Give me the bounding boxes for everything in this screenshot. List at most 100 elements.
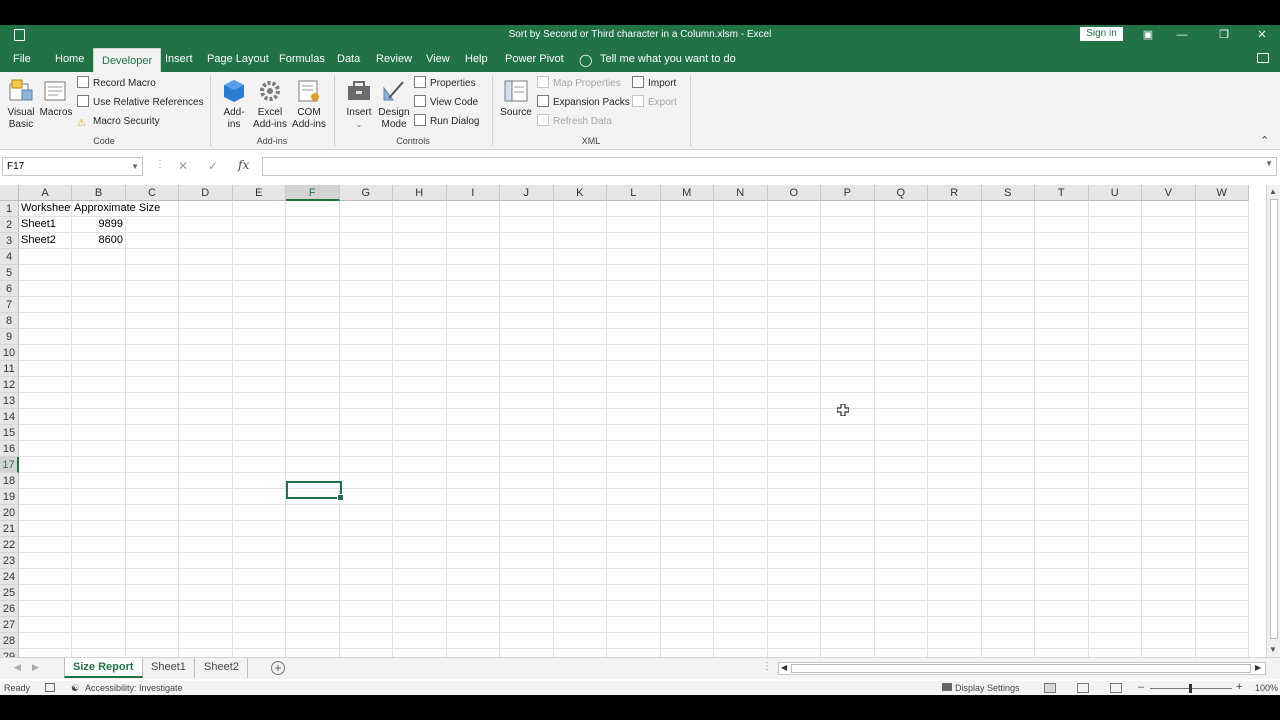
cell-q13[interactable] xyxy=(874,393,928,409)
row-header-23[interactable]: 23 xyxy=(0,553,19,569)
cell-n16[interactable] xyxy=(714,441,768,457)
cell-j15[interactable] xyxy=(500,425,554,441)
cell-o16[interactable] xyxy=(767,441,821,457)
cell-b12[interactable] xyxy=(72,377,126,393)
cell-c28[interactable] xyxy=(126,633,179,649)
view-code-button[interactable]: View Code xyxy=(414,94,478,111)
zoom-slider-thumb[interactable] xyxy=(1189,684,1192,693)
macro-recording-icon[interactable] xyxy=(45,683,55,692)
cell-u29[interactable] xyxy=(1089,649,1142,657)
cell-s10[interactable] xyxy=(981,345,1035,361)
cell-u8[interactable] xyxy=(1088,313,1142,329)
cell-s18[interactable] xyxy=(981,473,1035,489)
cell-i24[interactable] xyxy=(446,569,500,585)
zoom-level[interactable]: 100% xyxy=(1255,683,1278,693)
cell-m16[interactable] xyxy=(660,441,714,457)
cell-t25[interactable] xyxy=(1035,585,1089,601)
cell-c14[interactable] xyxy=(126,409,179,425)
cell-q26[interactable] xyxy=(874,601,928,617)
cell-q15[interactable] xyxy=(874,425,928,441)
cell-b2[interactable]: 9899 xyxy=(72,217,126,233)
cell-p23[interactable] xyxy=(821,553,875,569)
excel-add-ins-button[interactable]: Excel Add-ins xyxy=(251,78,289,131)
cell-b18[interactable] xyxy=(72,473,126,489)
cell-n27[interactable] xyxy=(714,617,768,633)
cell-k24[interactable] xyxy=(553,569,607,585)
cell-i21[interactable] xyxy=(446,521,500,537)
cell-s19[interactable] xyxy=(981,489,1035,505)
cell-b19[interactable] xyxy=(72,489,126,505)
cell-q11[interactable] xyxy=(874,361,928,377)
cell-g2[interactable] xyxy=(339,217,393,233)
cell-r6[interactable] xyxy=(928,281,982,297)
cell-i7[interactable] xyxy=(446,297,500,313)
cell-i8[interactable] xyxy=(446,313,500,329)
cell-r19[interactable] xyxy=(928,489,982,505)
row-header-9[interactable]: 9 xyxy=(0,329,19,345)
cell-o10[interactable] xyxy=(767,345,821,361)
cell-d21[interactable] xyxy=(179,521,233,537)
cell-c17[interactable] xyxy=(126,457,179,473)
cell-p19[interactable] xyxy=(821,489,875,505)
cell-l8[interactable] xyxy=(607,313,661,329)
cell-g12[interactable] xyxy=(339,377,393,393)
cell-h22[interactable] xyxy=(393,537,447,553)
cell-w19[interactable] xyxy=(1195,489,1249,505)
cell-k1[interactable] xyxy=(553,201,607,217)
cell-f12[interactable] xyxy=(286,377,340,393)
cell-a15[interactable] xyxy=(19,425,72,441)
cell-h20[interactable] xyxy=(393,505,447,521)
cell-o19[interactable] xyxy=(767,489,821,505)
chevron-down-icon[interactable]: ▼ xyxy=(131,158,139,175)
cell-d18[interactable] xyxy=(179,473,233,489)
cell-n11[interactable] xyxy=(714,361,768,377)
cell-h24[interactable] xyxy=(393,569,447,585)
cell-j18[interactable] xyxy=(500,473,554,489)
cell-a4[interactable] xyxy=(19,249,72,265)
cell-e6[interactable] xyxy=(232,281,286,297)
minimize-icon[interactable]: — xyxy=(1172,27,1192,43)
cell-u4[interactable] xyxy=(1088,249,1142,265)
cell-t21[interactable] xyxy=(1035,521,1089,537)
cell-b4[interactable] xyxy=(72,249,126,265)
cell-m9[interactable] xyxy=(660,329,714,345)
cell-t12[interactable] xyxy=(1035,377,1089,393)
cell-w11[interactable] xyxy=(1195,361,1249,377)
cell-n19[interactable] xyxy=(714,489,768,505)
cell-l4[interactable] xyxy=(607,249,661,265)
cell-b5[interactable] xyxy=(72,265,126,281)
cell-t28[interactable] xyxy=(1035,633,1089,649)
cell-r13[interactable] xyxy=(928,393,982,409)
cell-m11[interactable] xyxy=(660,361,714,377)
cell-h27[interactable] xyxy=(393,617,447,633)
cell-p2[interactable] xyxy=(821,217,875,233)
cell-w7[interactable] xyxy=(1195,297,1249,313)
cell-p24[interactable] xyxy=(821,569,875,585)
cell-b10[interactable] xyxy=(72,345,126,361)
cell-w25[interactable] xyxy=(1195,585,1249,601)
cell-e15[interactable] xyxy=(232,425,286,441)
cell-i10[interactable] xyxy=(446,345,500,361)
cell-a11[interactable] xyxy=(19,361,72,377)
cell-u17[interactable] xyxy=(1088,457,1142,473)
cell-b13[interactable] xyxy=(72,393,126,409)
cell-h17[interactable] xyxy=(393,457,447,473)
cell-d8[interactable] xyxy=(179,313,233,329)
cell-o14[interactable] xyxy=(767,409,821,425)
cell-n20[interactable] xyxy=(714,505,768,521)
cell-f3[interactable] xyxy=(286,233,340,249)
cell-l12[interactable] xyxy=(607,377,661,393)
refresh-data-button[interactable]: Refresh Data xyxy=(537,113,612,130)
row-header-19[interactable]: 19 xyxy=(0,489,19,505)
cell-o15[interactable] xyxy=(767,425,821,441)
cell-t6[interactable] xyxy=(1035,281,1089,297)
cell-a8[interactable] xyxy=(19,313,72,329)
column-header-m[interactable]: M xyxy=(660,185,714,201)
tab-view[interactable]: View xyxy=(418,47,458,72)
record-macro-button[interactable]: Record Macro xyxy=(77,75,156,92)
cell-m19[interactable] xyxy=(660,489,714,505)
cell-m15[interactable] xyxy=(660,425,714,441)
sign-in-button[interactable]: Sign in xyxy=(1080,27,1123,41)
cell-p11[interactable] xyxy=(821,361,875,377)
column-header-b[interactable]: B xyxy=(72,185,126,201)
